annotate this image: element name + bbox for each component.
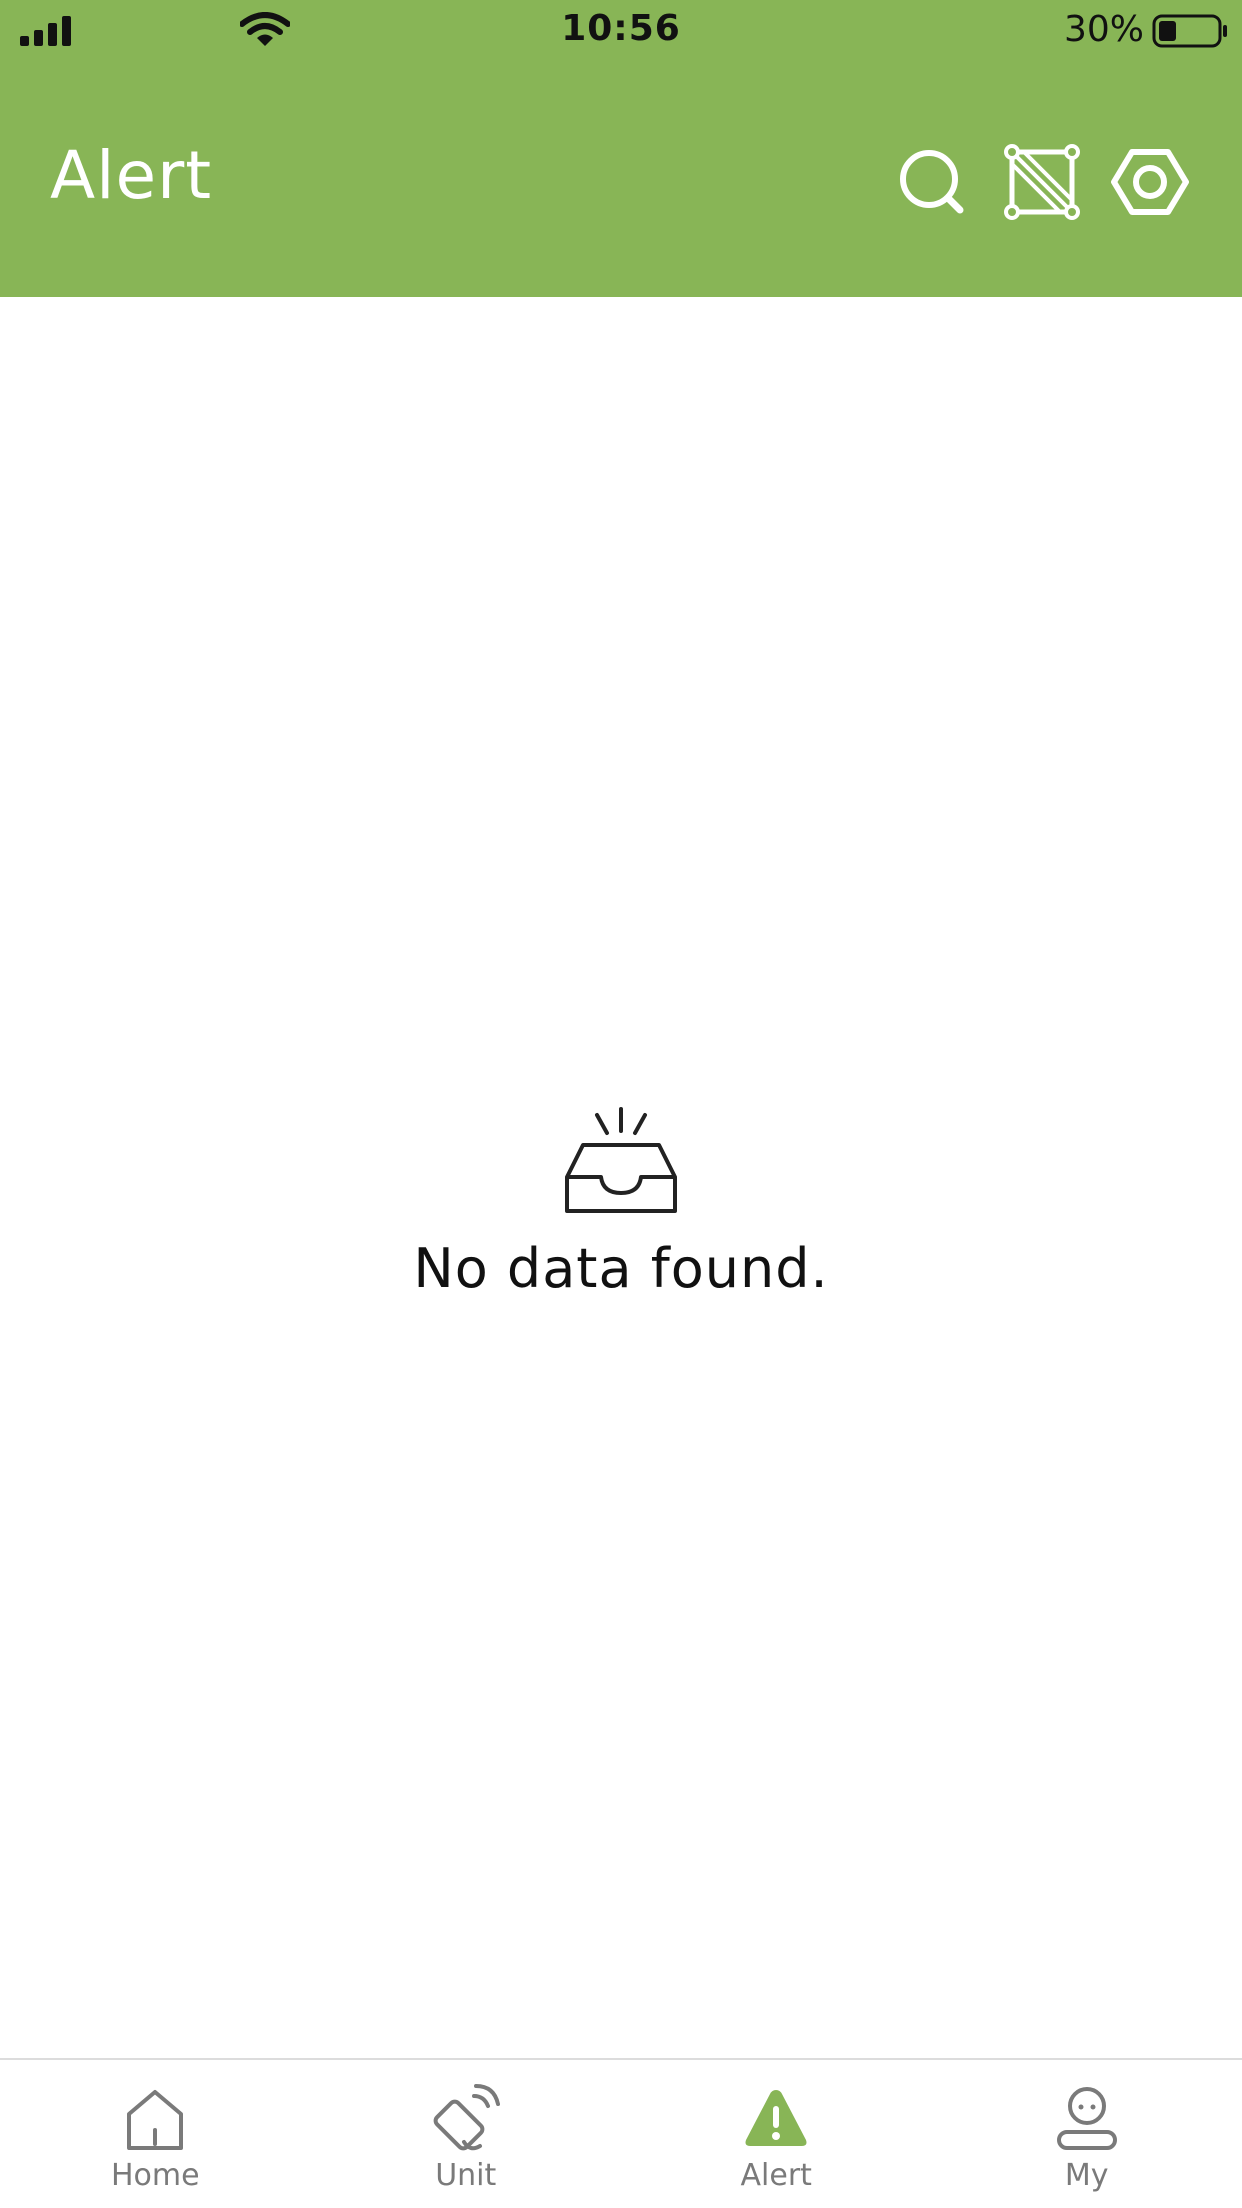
alert-icon	[745, 2090, 807, 2146]
search-button[interactable]	[892, 142, 972, 222]
home-icon	[127, 2090, 184, 2150]
tab-home[interactable]: Home	[0, 2060, 311, 2208]
unit-icon	[433, 2084, 500, 2151]
tab-alert[interactable]: Alert	[621, 2060, 932, 2208]
status-bar: 10:56 30%	[0, 0, 1242, 62]
tab-label: Home	[110, 2158, 200, 2193]
tab-label: My	[1064, 2158, 1109, 2193]
tab-unit[interactable]: Unit	[311, 2060, 622, 2208]
scan-icon	[1004, 144, 1080, 220]
tab-label: Unit	[435, 2158, 497, 2193]
scan-button[interactable]	[1002, 142, 1082, 222]
status-time: 10:56	[561, 8, 681, 49]
page-title: Alert	[50, 137, 213, 214]
alert-screen: 10:56 30% Alert No data found. Home Unit…	[0, 0, 1242, 2208]
inbox-icon	[565, 1107, 677, 1213]
tab-my[interactable]: My	[932, 2060, 1242, 2208]
settings-button[interactable]	[1110, 142, 1190, 222]
empty-message: No data found.	[413, 1237, 829, 1300]
user-icon	[1056, 2087, 1117, 2150]
bottom-tab-bar: Home Unit Alert My	[0, 2058, 1242, 2208]
search-icon	[900, 150, 964, 214]
tab-label: Alert	[740, 2158, 812, 2193]
empty-state: No data found.	[0, 1105, 1242, 1300]
app-header: 10:56 30% Alert	[0, 0, 1242, 297]
settings-icon	[1111, 149, 1189, 215]
battery-icon	[1152, 14, 1227, 48]
battery-percent: 30%	[1063, 9, 1144, 50]
